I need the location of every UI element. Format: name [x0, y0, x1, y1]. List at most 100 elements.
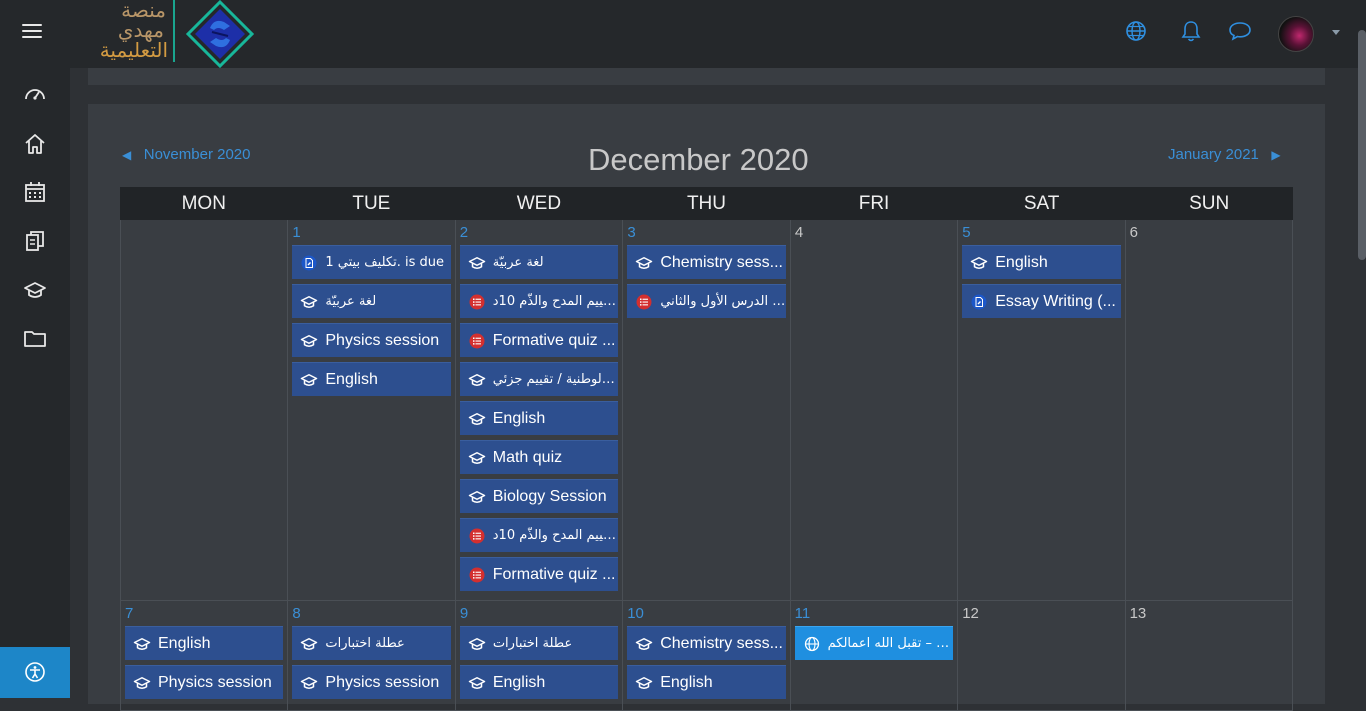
day-number — [125, 224, 283, 242]
quiz-event-icon — [468, 566, 486, 584]
event-title: لغة عربيّة — [325, 293, 377, 309]
calendar-event[interactable]: ة الوطنية / تقييم جزئي ... — [459, 362, 619, 396]
day-number: 4 — [794, 224, 804, 241]
calendar-event[interactable]: لغة عربيّة — [292, 284, 451, 318]
private-files-icon[interactable] — [23, 229, 47, 253]
calendar-event[interactable]: English — [962, 245, 1121, 279]
calendar-month-grid: MON TUE WED THU FRI SAT SUN 1 تكليف بيتي 1. is … — [120, 187, 1293, 711]
main-region: ◀ November 2020 December 2020 January 20… — [70, 68, 1358, 711]
notification-bell-icon[interactable] — [1181, 20, 1201, 42]
calendar-day-cell[interactable]: 12 — [958, 601, 1126, 711]
calendar-event[interactable]: تقييم المدح والذّم 10د. ... — [459, 284, 619, 318]
calendar-day-cell[interactable]: 1 تكليف بيتي 1. is due لغة عربيّة Physics s… — [288, 220, 456, 601]
calendar-event[interactable]: Math quiz — [459, 440, 619, 474]
accessibility-icon — [25, 662, 45, 682]
previous-month-link[interactable]: ◀ November 2020 — [122, 146, 250, 163]
event-title: English — [995, 253, 1048, 271]
accessibility-button[interactable] — [0, 647, 70, 698]
day-number[interactable]: 3 — [627, 224, 786, 242]
page-scrollbar[interactable] — [1358, 30, 1366, 260]
calendar-day-cell[interactable]: 4 — [790, 220, 959, 601]
calendar-day-cell[interactable]: 3 Chemistry sess... في الدرس الأول والثاني… — [623, 220, 791, 601]
event-title: English — [660, 673, 713, 691]
event-title: تكليف بيتي 1. is due — [325, 254, 444, 270]
calendar-event[interactable]: Physics session — [292, 665, 451, 699]
day-number[interactable]: 2 — [460, 224, 619, 242]
calendar-event[interactable]: تقييم المدح والذّم 10د. c... — [459, 518, 619, 552]
my-courses-graduation-cap-icon[interactable] — [23, 278, 47, 302]
day-number: 13 — [1129, 605, 1147, 622]
site-logo-text[interactable]: منصة مهدي التعليمية — [84, 0, 170, 64]
user-menu-chevron-down-icon[interactable] — [1332, 30, 1340, 35]
quiz-event-icon — [468, 527, 486, 545]
calendar-day-cell[interactable]: 2 لغة عربيّة تقييم المدح والذّم 10د. ... Fo… — [455, 220, 624, 601]
event-title: Physics session — [158, 673, 272, 691]
calendar-event[interactable]: English — [627, 665, 786, 699]
event-title: Biology Session — [492, 487, 607, 505]
calendar-day-cell[interactable]: 10 Chemistry sess... English — [623, 601, 791, 711]
event-title: Formative quiz ... — [492, 331, 616, 349]
home-icon[interactable] — [23, 132, 47, 156]
calendar-event[interactable]: Chemistry sess... — [627, 245, 786, 279]
next-month-link[interactable]: January 2021 ▶ — [1168, 146, 1281, 163]
day-number[interactable]: 9 — [460, 605, 618, 623]
calendar-event[interactable]: Physics session — [292, 323, 451, 357]
calendar-week-row: 1 تكليف بيتي 1. is due لغة عربيّة Physics s… — [120, 220, 1293, 601]
logo-mark-icon[interactable] — [184, 0, 256, 68]
day-number[interactable]: 1 — [292, 224, 450, 242]
calendar-event[interactable]: عطلة اختبارات — [292, 626, 451, 660]
course-event-graduation-cap-icon — [468, 449, 486, 467]
calendar-day-cell[interactable]: 11 باركة – تقبل الله اعمالكم ... — [790, 601, 959, 711]
language-globe-icon[interactable] — [1125, 20, 1147, 42]
arrow-left-icon: ◀ — [122, 148, 132, 162]
calendar-event[interactable]: Chemistry sess... — [627, 626, 786, 660]
calendar-event[interactable]: عطلة اختبارات — [459, 626, 619, 660]
weekday-header-mon: MON — [181, 193, 226, 214]
course-event-graduation-cap-icon — [635, 674, 653, 692]
left-sidebar — [0, 68, 70, 698]
quiz-event-icon — [468, 293, 486, 311]
calendar-day-cell[interactable]: 8 عطلة اختبارات Physics session — [288, 601, 456, 711]
quiz-event-icon — [635, 293, 653, 311]
site-event-globe-icon — [803, 635, 821, 653]
calendar-day-cell[interactable]: 13 — [1125, 601, 1293, 711]
day-number: 12 — [962, 605, 979, 622]
course-event-graduation-cap-icon — [970, 254, 988, 272]
calendar-event[interactable]: English — [292, 362, 451, 396]
calendar-day-cell[interactable]: 7 English Physics session — [121, 601, 289, 711]
calendar-event[interactable]: Physics session — [125, 665, 284, 699]
calendar-event[interactable]: Formative quiz ... — [459, 323, 619, 357]
messages-chat-icon[interactable] — [1228, 20, 1252, 42]
course-event-graduation-cap-icon — [468, 410, 486, 428]
calendar-event[interactable]: لغة عربيّة — [459, 245, 619, 279]
day-number[interactable]: 8 — [292, 605, 450, 623]
calendar-day-cell[interactable]: 9 عطلة اختبارات English — [455, 601, 624, 711]
calendar-event[interactable]: English — [459, 401, 619, 435]
calendar-day-cell[interactable]: 5 English Essay Writing (... — [958, 220, 1126, 601]
calendar-event[interactable]: تكليف بيتي 1. is due — [292, 245, 451, 279]
calendar-event[interactable]: في الدرس الأول والثاني ... — [627, 284, 786, 318]
event-title: لغة عربيّة — [492, 254, 544, 270]
menu-toggle-icon[interactable] — [22, 24, 42, 40]
day-number[interactable]: 7 — [125, 605, 283, 623]
dashboard-gauge-icon[interactable] — [23, 83, 47, 107]
top-navbar: منصة مهدي التعليمية — [0, 0, 1366, 68]
event-title: في الدرس الأول والثاني ... — [660, 293, 786, 309]
content-bank-folder-icon[interactable] — [23, 326, 47, 350]
calendar-icon[interactable] — [23, 180, 47, 204]
calendar-event[interactable]: English — [459, 665, 619, 699]
calendar-day-cell[interactable] — [121, 220, 289, 601]
calendar-day-cell[interactable]: 6 — [1125, 220, 1293, 601]
event-title: English — [492, 673, 546, 691]
calendar-event[interactable]: Essay Writing (... — [962, 284, 1121, 318]
day-number[interactable]: 11 — [795, 605, 954, 623]
calendar-event[interactable]: باركة – تقبل الله اعمالكم ... — [794, 626, 954, 660]
user-avatar[interactable] — [1278, 16, 1314, 52]
assignment-event-icon — [300, 254, 318, 272]
calendar-event[interactable]: English — [125, 626, 284, 660]
calendar-event[interactable]: Biology Session — [459, 479, 619, 513]
calendar-event[interactable]: Formative quiz ... — [459, 557, 619, 591]
day-number[interactable]: 5 — [962, 224, 1120, 242]
day-number[interactable]: 10 — [627, 605, 785, 623]
course-event-graduation-cap-icon — [468, 371, 486, 389]
